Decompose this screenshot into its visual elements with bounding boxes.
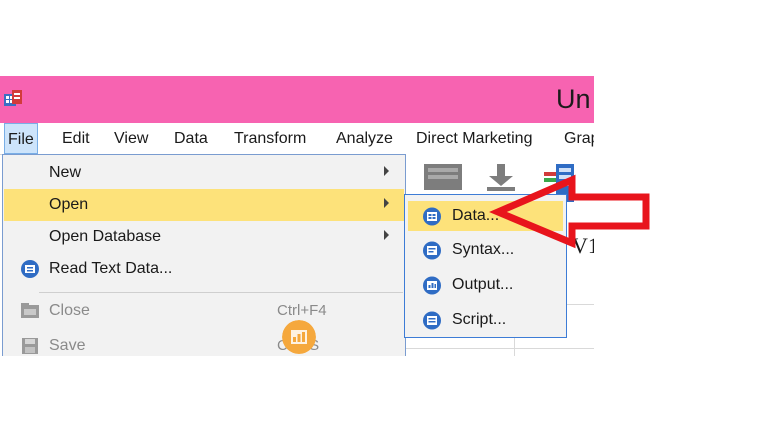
open-submenu-data-label: Data... <box>452 207 500 224</box>
menu-bar: File Edit View Data Transform Analyze Di… <box>0 123 594 155</box>
open-submenu-script[interactable]: Script... <box>408 305 563 335</box>
file-menu-close-shortcut: Ctrl+F4 <box>277 302 327 319</box>
open-submenu-script-label: Script... <box>452 311 507 328</box>
file-menu: New Open Open Database Read Text Data... <box>2 154 406 356</box>
file-menu-open[interactable]: Open <box>4 189 404 221</box>
menu-direct-marketing[interactable]: Direct Marketing <box>416 130 532 148</box>
menu-view[interactable]: View <box>114 130 148 148</box>
file-menu-read-text-data[interactable]: Read Text Data... <box>4 253 404 285</box>
submenu-arrow-icon <box>384 198 389 208</box>
file-menu-new[interactable]: New <box>4 157 404 189</box>
menu-data[interactable]: Data <box>174 130 208 148</box>
window-title: Un <box>556 84 591 114</box>
title-bar: Un <box>0 76 594 123</box>
data-file-icon <box>423 207 441 226</box>
open-data-toolbar-icon[interactable] <box>422 162 464 192</box>
read-text-data-icon <box>21 260 39 278</box>
menu-graphs[interactable]: Grap <box>564 130 594 148</box>
menu-edit[interactable]: Edit <box>62 130 90 148</box>
open-submenu-output-label: Output... <box>452 276 514 293</box>
save-icon <box>22 338 38 354</box>
script-file-icon <box>423 311 441 330</box>
submenu-arrow-icon <box>384 230 389 240</box>
file-menu-open-database-label: Open Database <box>49 228 162 245</box>
file-menu-read-text-data-label: Read Text Data... <box>49 260 173 277</box>
column-header-v1[interactable]: V1 <box>572 233 594 259</box>
chart-builder-icon <box>282 320 316 354</box>
output-file-icon <box>423 276 441 295</box>
menu-transform[interactable]: Transform <box>234 130 306 148</box>
menu-separator <box>39 292 403 293</box>
open-submenu-syntax-label: Syntax... <box>452 241 515 258</box>
open-submenu-syntax[interactable]: Syntax... <box>408 235 563 265</box>
spss-app-icon <box>4 90 22 106</box>
file-menu-new-label: New <box>49 164 82 181</box>
file-menu-open-database[interactable]: Open Database <box>4 221 404 253</box>
open-submenu: Data... Syntax... Output... Script... <box>404 194 567 338</box>
file-menu-close: Close Ctrl+F4 <box>4 295 404 327</box>
file-menu-open-label: Open <box>49 196 89 213</box>
close-folder-icon <box>21 303 39 318</box>
download-toolbar-icon[interactable] <box>484 162 518 192</box>
file-menu-close-label: Close <box>49 302 90 319</box>
file-menu-save: Save Ctrl+S <box>4 330 404 356</box>
grid-line <box>406 348 594 349</box>
spss-window: Un File Edit View Data Transform Analyze… <box>0 76 594 356</box>
syntax-file-icon <box>423 241 441 260</box>
menu-file[interactable]: File <box>4 123 38 154</box>
open-submenu-output[interactable]: Output... <box>408 270 563 300</box>
menu-analyze[interactable]: Analyze <box>336 130 393 148</box>
submenu-arrow-icon <box>384 166 389 176</box>
file-menu-save-label: Save <box>49 337 86 354</box>
open-submenu-data[interactable]: Data... <box>408 201 563 231</box>
